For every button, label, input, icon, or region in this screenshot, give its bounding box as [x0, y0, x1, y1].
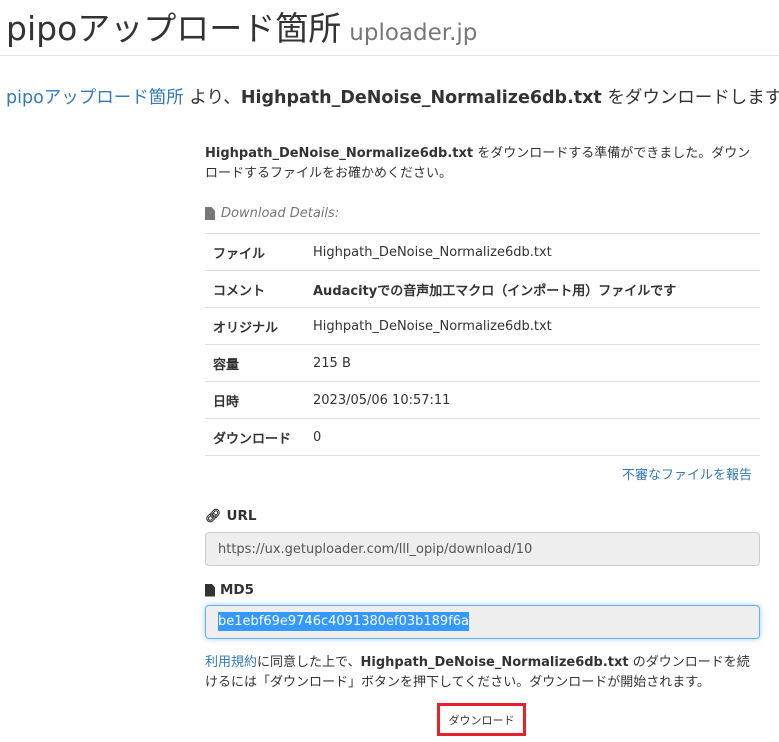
row-value: 215 B: [305, 344, 760, 382]
row-value: Highpath_DeNoise_Normalize6db.txt: [305, 233, 760, 271]
row-key: ダウンロード: [205, 418, 305, 456]
row-value: Highpath_DeNoise_Normalize6db.txt: [305, 307, 760, 345]
lead-text: pipoアップロード箇所 より、Highpath_DeNoise_Normali…: [6, 88, 779, 108]
table-row: ダウンロード 0: [205, 418, 760, 456]
site-header: pipoアップロード箇所 uploader.jp: [6, 2, 477, 50]
agree-filename: Highpath_DeNoise_Normalize6db.txt: [360, 655, 629, 670]
agreement-text: 利用規約に同意した上で、Highpath_DeNoise_Normalize6d…: [205, 655, 750, 690]
file-icon: [205, 207, 215, 220]
url-label: 🔗︎ URL: [205, 508, 257, 524]
details-table: ファイル Highpath_DeNoise_Normalize6db.txt コ…: [205, 233, 760, 456]
table-row: コメント Audacityでの音声加工マクロ（インポート用）ファイルです: [205, 270, 760, 308]
page: pipoアップロード箇所 uploader.jp pipoアップロード箇所 より、…: [0, 0, 779, 742]
table-row: オリジナル Highpath_DeNoise_Normalize6db.txt: [205, 307, 760, 345]
link-icon: 🔗︎: [205, 508, 222, 524]
row-key: オリジナル: [205, 307, 305, 345]
row-value: 0: [305, 418, 760, 456]
row-key: コメント: [205, 270, 305, 308]
terms-link[interactable]: 利用規約: [205, 655, 257, 670]
download-details-caption: Download Details:: [205, 206, 339, 221]
site-link[interactable]: pipoアップロード箇所: [6, 88, 184, 108]
header-divider: [0, 55, 779, 56]
table-row: ファイル Highpath_DeNoise_Normalize6db.txt: [205, 233, 760, 271]
row-value: Audacityでの音声加工マクロ（インポート用）ファイルです: [305, 270, 760, 308]
row-key: 日時: [205, 381, 305, 419]
lead-filename: Highpath_DeNoise_Normalize6db.txt: [240, 88, 602, 108]
file-code-icon: [205, 583, 215, 597]
row-key: ファイル: [205, 233, 305, 271]
download-button-highlight: ダウンロード: [437, 703, 526, 736]
md5-field[interactable]: be1ebf69e9746c4091380ef03b189f6a: [205, 605, 760, 639]
ready-filename: Highpath_DeNoise_Normalize6db.txt: [205, 146, 474, 161]
row-key: 容量: [205, 344, 305, 382]
table-row: 容量 215 B: [205, 344, 760, 382]
ready-message: Highpath_DeNoise_Normalize6db.txt をダウンロー…: [205, 146, 751, 181]
table-row: 日時 2023/05/06 10:57:11: [205, 381, 760, 419]
site-title: pipoアップロード箇所: [6, 9, 342, 48]
site-subtitle: uploader.jp: [349, 20, 478, 46]
md5-value: be1ebf69e9746c4091380ef03b189f6a: [218, 612, 470, 631]
download-button[interactable]: ダウンロード: [448, 711, 515, 728]
md5-label: MD5: [205, 582, 254, 598]
report-file-link[interactable]: 不審なファイルを報告: [622, 464, 752, 483]
url-field[interactable]: [205, 532, 760, 566]
row-value: 2023/05/06 10:57:11: [305, 381, 760, 419]
